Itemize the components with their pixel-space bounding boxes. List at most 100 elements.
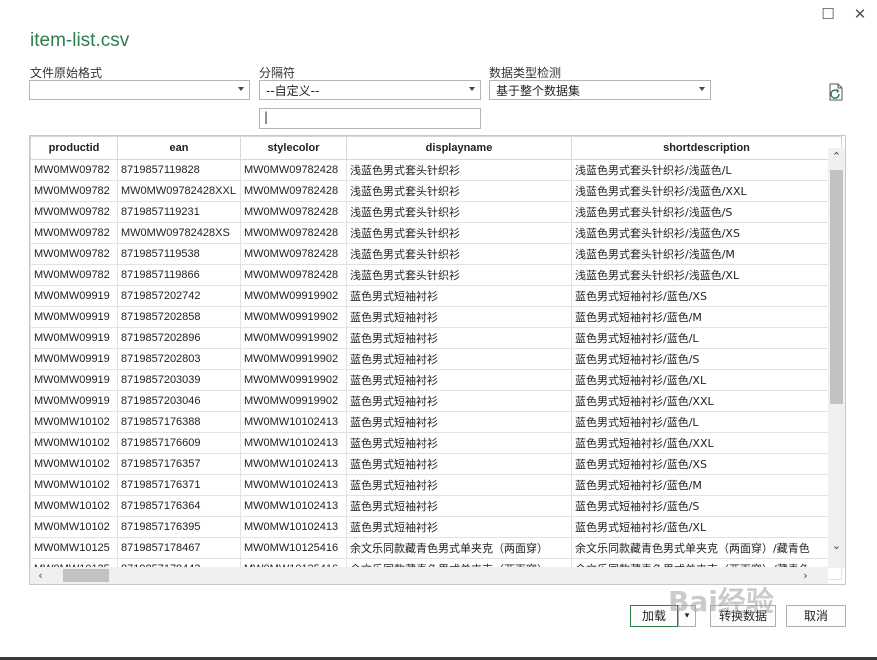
table-cell-ean: 8719857176357 xyxy=(117,453,241,475)
column-header-productid[interactable]: productid xyxy=(30,136,118,160)
table-cell-displayname: 蓝色男式短袖衬衫 xyxy=(346,390,572,412)
table-row[interactable]: MW0MW10102 8719857176357 MW0MW10102413 蓝色男式… xyxy=(30,453,842,475)
table-cell-displayname: 浅蓝色男式套头针织衫 xyxy=(346,222,572,244)
table-cell-stylecolor: MW0MW10102413 xyxy=(240,474,347,496)
table-row[interactable]: MW0MW09919 8719857202742 MW0MW09919902 蓝色男式… xyxy=(30,285,842,307)
table-cell-shortdescription: 浅蓝色男式套头针织衫/浅蓝色/S xyxy=(571,201,842,223)
table-cell-shortdescription: 浅蓝色男式套头针织衫/浅蓝色/XS xyxy=(571,222,842,244)
table-row[interactable]: MW0MW09782 8719857119866 MW0MW09782428 浅蓝色男… xyxy=(30,264,842,286)
column-header-stylecolor[interactable]: stylecolor xyxy=(240,136,347,160)
table-cell-productid: MW0MW10102 xyxy=(30,432,118,454)
table-cell-stylecolor: MW0MW10102413 xyxy=(240,432,347,454)
table-row[interactable]: MW0MW09919 8719857202858 MW0MW09919902 蓝色男式… xyxy=(30,306,842,328)
table-row[interactable]: MW0MW10102 8719857176395 MW0MW10102413 蓝色男式… xyxy=(30,516,842,538)
table-cell-shortdescription: 浅蓝色男式套头针织衫/浅蓝色/M xyxy=(571,243,842,265)
refresh-preview-icon[interactable] xyxy=(826,82,846,102)
table-row[interactable]: MW0MW10102 8719857176609 MW0MW10102413 蓝色男式… xyxy=(30,432,842,454)
table-cell-ean: 8719857119231 xyxy=(117,201,241,223)
table-cell-stylecolor: MW0MW09782428 xyxy=(240,222,347,244)
restore-button[interactable]: ☐ xyxy=(816,4,840,24)
table-row[interactable]: MW0MW09919 8719857202896 MW0MW09919902 蓝色男式… xyxy=(30,327,842,349)
table-cell-displayname: 蓝色男式短袖衬衫 xyxy=(346,327,572,349)
table-row[interactable]: MW0MW09782 8719857119231 MW0MW09782428 浅蓝色男… xyxy=(30,201,842,223)
table-row[interactable]: MW0MW10102 8719857176364 MW0MW10102413 蓝色男式… xyxy=(30,495,842,517)
column-header-ean[interactable]: ean xyxy=(117,136,241,160)
table-cell-productid: MW0MW09782 xyxy=(30,264,118,286)
table-cell-productid: MW0MW09919 xyxy=(30,327,118,349)
table-cell-stylecolor: MW0MW09919902 xyxy=(240,327,347,349)
table-row[interactable]: MW0MW09919 8719857202803 MW0MW09919902 蓝色男式… xyxy=(30,348,842,370)
table-cell-ean: 8719857176388 xyxy=(117,411,241,433)
table-cell-productid: MW0MW10102 xyxy=(30,495,118,517)
type-detection-label: 数据类型检测 xyxy=(489,66,562,80)
table-cell-stylecolor: MW0MW10102413 xyxy=(240,453,347,475)
table-cell-productid: MW0MW09782 xyxy=(30,180,118,202)
table-cell-shortdescription: 蓝色男式短袖衬衫/蓝色/S xyxy=(571,495,842,517)
table-cell-shortdescription: 蓝色男式短袖衬衫/蓝色/L xyxy=(571,327,842,349)
table-cell-stylecolor: MW0MW10102413 xyxy=(240,516,347,538)
column-header-displayname[interactable]: displayname xyxy=(346,136,572,160)
table-cell-ean: 8719857203039 xyxy=(117,369,241,391)
cancel-button[interactable]: 取消 xyxy=(786,605,846,627)
type-detection-value: 基于整个数据集 xyxy=(496,84,581,98)
table-cell-ean: 8719857202858 xyxy=(117,306,241,328)
column-header-shortdescription[interactable]: shortdescription xyxy=(571,136,842,160)
scroll-up-icon[interactable]: ⌃ xyxy=(828,148,845,165)
table-cell-productid: MW0MW09782 xyxy=(30,159,118,181)
table-row[interactable]: MW0MW09919 8719857203046 MW0MW09919902 蓝色男式… xyxy=(30,390,842,412)
close-button[interactable]: ✕ xyxy=(848,4,872,24)
file-origin-select[interactable] xyxy=(29,80,250,100)
table-cell-ean: MW0MW09782428XXL xyxy=(117,180,241,202)
table-cell-shortdescription: 蓝色男式短袖衬衫/蓝色/XXL xyxy=(571,432,842,454)
table-cell-stylecolor: MW0MW09919902 xyxy=(240,348,347,370)
table-cell-shortdescription: 蓝色男式短袖衬衫/蓝色/M xyxy=(571,306,842,328)
table-cell-productid: MW0MW09782 xyxy=(30,222,118,244)
table-row[interactable]: MW0MW10102 8719857176388 MW0MW10102413 蓝色男式… xyxy=(30,411,842,433)
table-cell-stylecolor: MW0MW10125416 xyxy=(240,537,347,559)
table-cell-displayname: 蓝色男式短袖衬衫 xyxy=(346,516,572,538)
table-cell-ean: 8719857202742 xyxy=(117,285,241,307)
table-header-row: productid ean stylecolor displayname sho… xyxy=(30,136,842,160)
delimiter-value: --自定义-- xyxy=(266,84,320,98)
table-row[interactable]: MW0MW09782 MW0MW09782428XXL MW0MW09782428 浅… xyxy=(30,180,842,202)
table-cell-stylecolor: MW0MW09919902 xyxy=(240,369,347,391)
table-cell-displayname: 余文乐同款藏青色男式单夹克（两面穿） xyxy=(346,537,572,559)
table-cell-stylecolor: MW0MW09782428 xyxy=(240,159,347,181)
table-cell-stylecolor: MW0MW09919902 xyxy=(240,306,347,328)
table-cell-displayname: 蓝色男式短袖衬衫 xyxy=(346,285,572,307)
table-cell-ean: 8719857176371 xyxy=(117,474,241,496)
table-cell-ean: 8719857119538 xyxy=(117,243,241,265)
table-row[interactable]: MW0MW09782 8719857119828 MW0MW09782428 浅蓝色男… xyxy=(30,159,842,181)
table-cell-stylecolor: MW0MW09919902 xyxy=(240,390,347,412)
horizontal-scroll-thumb[interactable] xyxy=(63,569,109,582)
table-body: MW0MW09782 8719857119828 MW0MW09782428 浅蓝色男… xyxy=(30,159,842,580)
table-cell-shortdescription: 蓝色男式短袖衬衫/蓝色/S xyxy=(571,348,842,370)
dialog-title: item-list.csv xyxy=(30,30,130,51)
table-row[interactable]: MW0MW09919 8719857203039 MW0MW09919902 蓝色男式… xyxy=(30,369,842,391)
custom-delimiter-input[interactable]: | xyxy=(259,108,481,129)
type-detection-select[interactable]: 基于整个数据集 xyxy=(489,80,711,100)
table-row[interactable]: MW0MW10125 8719857178467 MW0MW10125416 余文乐同… xyxy=(30,537,842,559)
table-cell-displayname: 浅蓝色男式套头针织衫 xyxy=(346,264,572,286)
table-row[interactable]: MW0MW09782 MW0MW09782428XS MW0MW09782428 浅蓝… xyxy=(30,222,842,244)
table-cell-displayname: 浅蓝色男式套头针织衫 xyxy=(346,201,572,223)
delimiter-label: 分隔符 xyxy=(259,66,296,80)
preview-table-container[interactable]: productid ean stylecolor displayname sho… xyxy=(29,135,846,585)
table-cell-displayname: 蓝色男式短袖衬衫 xyxy=(346,411,572,433)
table-cell-stylecolor: MW0MW09782428 xyxy=(240,180,347,202)
table-cell-shortdescription: 余文乐同款藏青色男式单夹克（两面穿）/藏青色 xyxy=(571,537,842,559)
table-cell-shortdescription: 浅蓝色男式套头针织衫/浅蓝色/L xyxy=(571,159,842,181)
scroll-right-icon[interactable]: › xyxy=(797,567,814,584)
table-cell-displayname: 蓝色男式短袖衬衫 xyxy=(346,474,572,496)
table-cell-displayname: 蓝色男式短袖衬衫 xyxy=(346,348,572,370)
table-row[interactable]: MW0MW09782 8719857119538 MW0MW09782428 浅蓝色男… xyxy=(30,243,842,265)
table-row[interactable]: MW0MW10102 8719857176371 MW0MW10102413 蓝色男式… xyxy=(30,474,842,496)
delimiter-select[interactable]: --自定义-- xyxy=(259,80,481,100)
table-cell-ean: 8719857202896 xyxy=(117,327,241,349)
table-cell-productid: MW0MW09919 xyxy=(30,390,118,412)
vertical-scroll-thumb[interactable] xyxy=(830,170,843,404)
table-cell-ean: 8719857119828 xyxy=(117,159,241,181)
table-cell-stylecolor: MW0MW09782428 xyxy=(240,243,347,265)
scroll-down-icon[interactable]: ⌄ xyxy=(828,537,845,554)
scroll-left-icon[interactable]: ‹ xyxy=(32,567,49,584)
